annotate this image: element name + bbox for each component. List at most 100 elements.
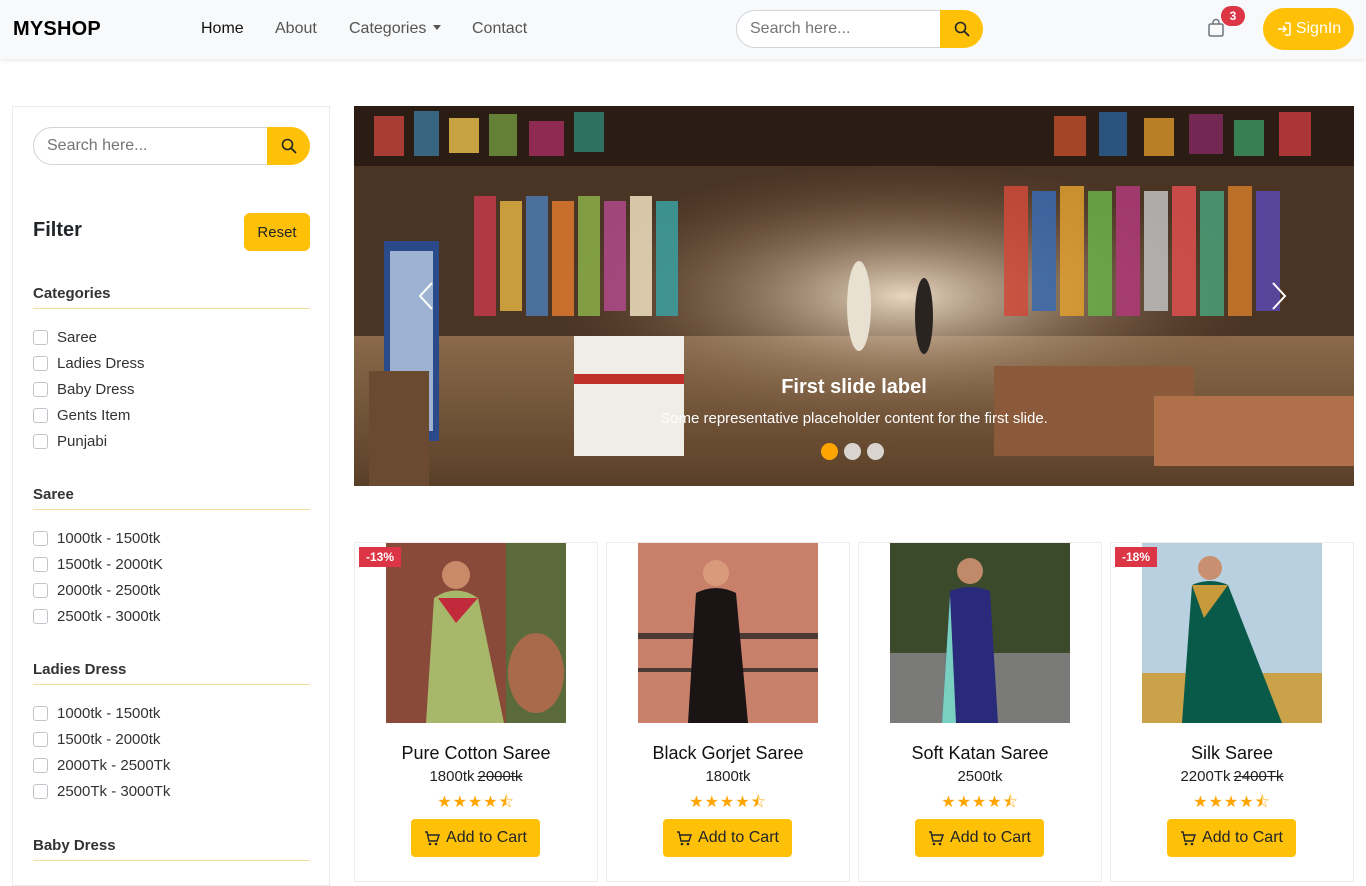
filter-option[interactable]: 2000tk - 2500tk <box>33 577 310 603</box>
nav-link-about[interactable]: About <box>275 20 317 38</box>
cart-icon <box>677 830 693 845</box>
search-icon <box>281 138 296 154</box>
filter-option[interactable]: 1500tk - 2000tk <box>33 726 310 752</box>
checkbox[interactable] <box>33 582 48 598</box>
star-half-icon: ⯪ <box>1002 794 1019 811</box>
checkbox[interactable] <box>33 329 48 345</box>
product-card[interactable]: Soft Katan Saree 2500tk ★★★★⯪ Add to Car… <box>858 542 1102 882</box>
carousel-indicator[interactable] <box>821 443 838 460</box>
filter-option-label: 2500Tk - 3000Tk <box>57 782 171 800</box>
carousel-prev-button[interactable] <box>406 276 446 316</box>
add-to-cart-button[interactable]: Add to Cart <box>1167 819 1296 857</box>
filter-option-label: Ladies Dress <box>57 354 145 372</box>
nav-link-home[interactable]: Home <box>201 20 244 38</box>
nav-link-contact[interactable]: Contact <box>472 20 527 38</box>
product-card[interactable]: -13% Pure Cotton Saree 1800tk 2000tk ★★★★… <box>354 542 598 882</box>
checkbox[interactable] <box>33 608 48 624</box>
filter-option[interactable]: Saree <box>33 324 310 350</box>
checkbox[interactable] <box>33 355 48 371</box>
product-rating: ★★★★⯪ <box>859 791 1101 818</box>
carousel-indicator[interactable] <box>844 443 861 460</box>
product-name[interactable]: Black Gorjet Saree <box>607 743 849 764</box>
filter-group-title: Ladies Dress <box>33 661 310 685</box>
filter-group-saree: Saree 1000tk - 1500tk 1500tk - 2000tK 20… <box>33 486 310 629</box>
nav-search-button[interactable] <box>940 10 983 48</box>
checkbox[interactable] <box>33 705 48 721</box>
filter-option[interactable]: Punjabi <box>33 428 310 454</box>
carousel-next-button[interactable] <box>1259 276 1299 316</box>
product-rating: ★★★★⯪ <box>607 791 849 818</box>
discount-badge: -13% <box>359 547 402 567</box>
product-price: 2500tk <box>957 768 1003 785</box>
product-image[interactable] <box>1142 543 1322 723</box>
star-icon: ★★★★ <box>437 794 499 811</box>
filter-option-label: 1000tk - 1500tk <box>57 529 161 547</box>
slide-caption-text: Some representative placeholder content … <box>660 410 1048 427</box>
top-navbar: MYSHOP Home About Categories Contact 3 S… <box>0 0 1366 59</box>
brand-logo[interactable]: MYSHOP <box>13 18 101 41</box>
product-price: 2200Tk <box>1180 768 1231 785</box>
star-half-icon: ⯪ <box>1254 794 1271 811</box>
filter-option[interactable]: 2500Tk - 3000Tk <box>33 778 310 804</box>
search-icon <box>954 21 969 37</box>
product-price: 1800tk <box>429 768 475 785</box>
product-card[interactable]: -18% Silk Saree 2200Tk 2400Tk ★★★★⯪ Add t… <box>1110 542 1354 882</box>
product-price: 1800tk <box>705 768 751 785</box>
chevron-left-icon <box>418 282 433 310</box>
product-name[interactable]: Silk Saree <box>1111 743 1353 764</box>
filter-option[interactable]: 1000tk - 1500tk <box>33 700 310 726</box>
carousel-indicator[interactable] <box>867 443 884 460</box>
add-to-cart-button[interactable]: Add to Cart <box>663 819 792 857</box>
filter-sidebar: Filter Reset Categories Saree Ladies Dre… <box>12 106 330 886</box>
checkbox[interactable] <box>33 407 48 423</box>
filter-option[interactable]: Baby Dress <box>33 376 310 402</box>
nav-link-categories[interactable]: Categories <box>349 20 442 38</box>
reset-button[interactable]: Reset <box>244 213 310 251</box>
product-price-line: 1800tk 2000tk <box>355 768 597 785</box>
star-icon: ★★★★ <box>941 794 1003 811</box>
star-half-icon: ⯪ <box>750 794 767 811</box>
signin-button[interactable]: SignIn <box>1263 8 1354 50</box>
filter-option[interactable]: Ladies Dress <box>33 350 310 376</box>
product-name[interactable]: Soft Katan Saree <box>859 743 1101 764</box>
product-price-line: 2500tk <box>859 768 1101 785</box>
filter-option[interactable]: Gents Item <box>33 402 310 428</box>
filter-option-label: Gents Item <box>57 406 131 424</box>
checkbox[interactable] <box>33 731 48 747</box>
checkbox[interactable] <box>33 783 48 799</box>
add-to-cart-label: Add to Cart <box>446 829 527 846</box>
add-to-cart-label: Add to Cart <box>950 829 1031 846</box>
filter-option[interactable]: 2500tk - 3000tk <box>33 603 310 629</box>
chevron-right-icon <box>1272 282 1287 310</box>
checkbox[interactable] <box>33 530 48 546</box>
chevron-down-icon <box>433 25 442 30</box>
filter-group-ladies-dress: Ladies Dress 1000tk - 1500tk 1500tk - 20… <box>33 661 310 804</box>
filter-option[interactable]: 1500tk - 2000tK <box>33 551 310 577</box>
product-name[interactable]: Pure Cotton Saree <box>355 743 597 764</box>
filter-option-label: 1500tk - 2000tk <box>57 730 161 748</box>
filter-option[interactable]: 2000Tk - 2500Tk <box>33 752 310 778</box>
filter-option-label: Baby Dress <box>57 380 135 398</box>
sidebar-search-input[interactable] <box>33 127 268 165</box>
checkbox[interactable] <box>33 556 48 572</box>
checkbox[interactable] <box>33 381 48 397</box>
filter-group-categories: Categories Saree Ladies Dress Baby Dress… <box>33 285 310 454</box>
star-half-icon: ⯪ <box>498 794 515 811</box>
sidebar-search-button[interactable] <box>267 127 310 165</box>
signin-label: SignIn <box>1295 20 1342 37</box>
product-image[interactable] <box>890 543 1070 723</box>
checkbox[interactable] <box>33 433 48 449</box>
filter-group-title: Saree <box>33 486 310 510</box>
checkbox[interactable] <box>33 757 48 773</box>
nav-search-input[interactable] <box>736 10 941 48</box>
filter-option-label: 2500tk - 3000tk <box>57 607 161 625</box>
filter-group-baby-dress: Baby Dress <box>33 837 310 861</box>
product-image[interactable] <box>638 543 818 723</box>
product-card[interactable]: Black Gorjet Saree 1800tk ★★★★⯪ Add to C… <box>606 542 850 882</box>
filter-option[interactable]: 1000tk - 1500tk <box>33 525 310 551</box>
product-image[interactable] <box>386 543 566 723</box>
add-to-cart-button[interactable]: Add to Cart <box>411 819 540 857</box>
add-to-cart-button[interactable]: Add to Cart <box>915 819 1044 857</box>
filter-group-title: Categories <box>33 285 310 309</box>
discount-badge: -18% <box>1115 547 1158 567</box>
